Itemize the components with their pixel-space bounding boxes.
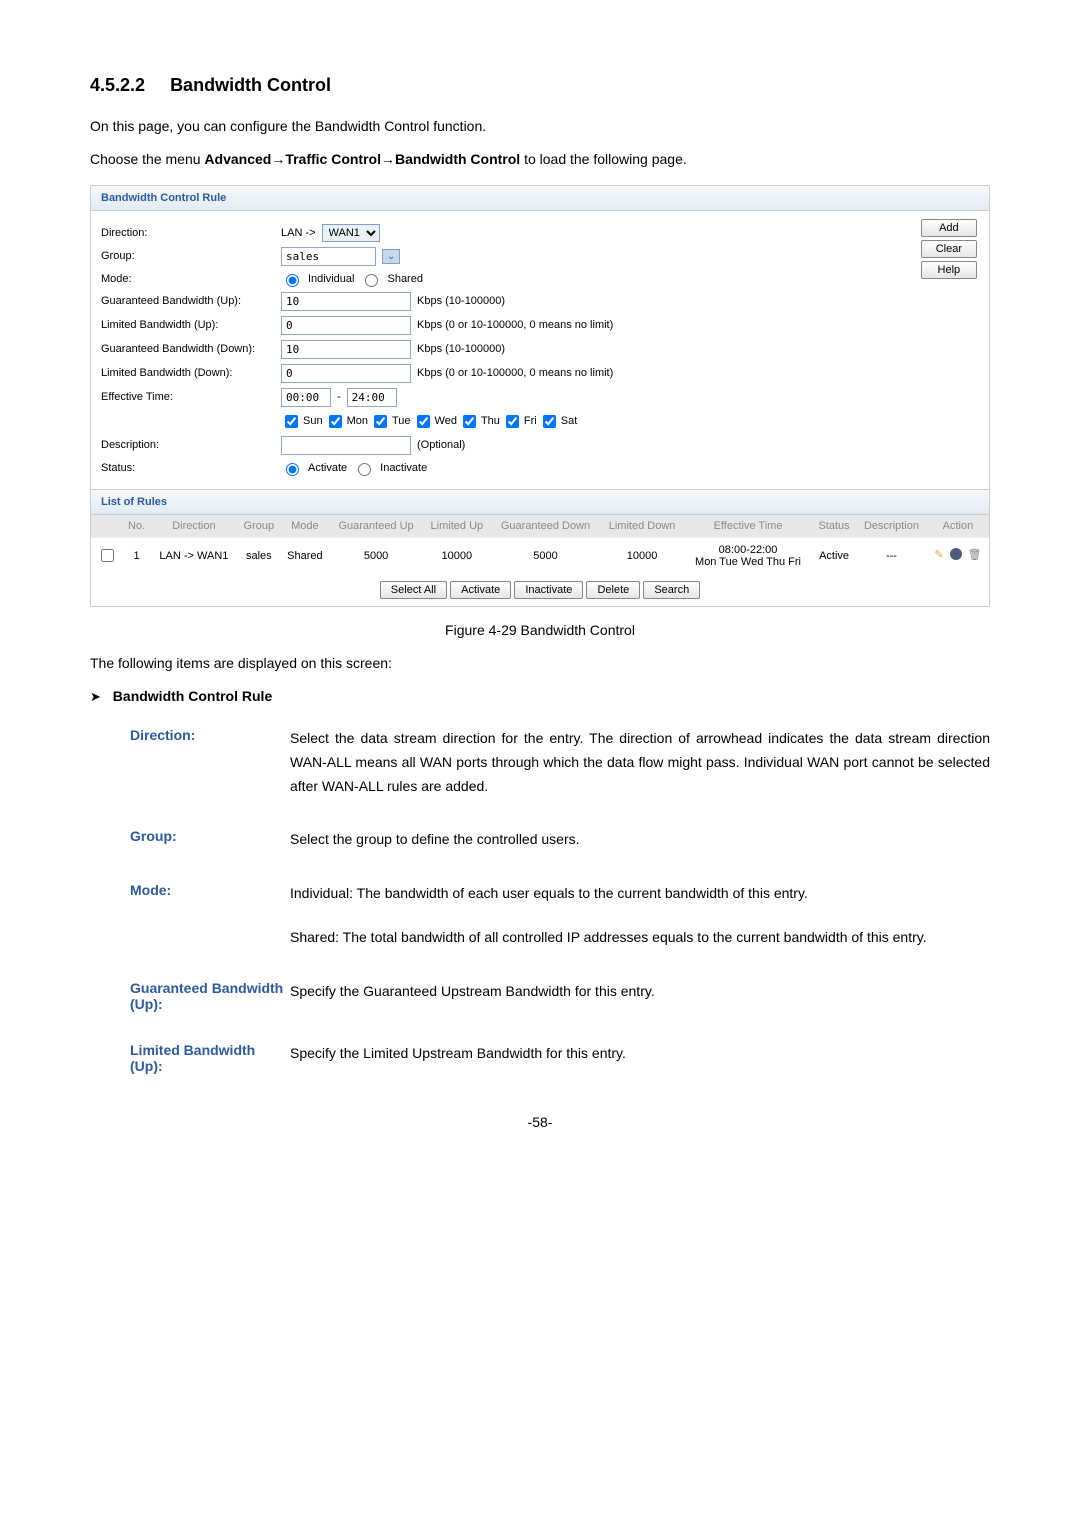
status-activate-radio[interactable] [286, 463, 299, 476]
eff-time-from[interactable] [281, 388, 331, 407]
th-gup: Guaranteed Up [329, 515, 422, 538]
mode-individual-radio[interactable] [286, 274, 299, 287]
l-down-input[interactable] [281, 364, 411, 383]
th-eff: Effective Time [684, 515, 812, 538]
section-heading: 4.5.2.2 Bandwidth Control [90, 75, 990, 96]
term-lup: Limited Bandwidth (Up): [130, 1042, 290, 1074]
th-action: Action [927, 515, 989, 538]
day-mon[interactable] [329, 415, 342, 428]
select-all-button[interactable]: Select All [380, 581, 447, 599]
list-of-rules-header: List of Rules [91, 489, 989, 515]
rules-table: No. Direction Group Mode Guaranteed Up L… [91, 515, 989, 574]
section-title: Bandwidth Control [170, 75, 331, 95]
g-down-label: Guaranteed Bandwidth (Down): [101, 343, 281, 355]
section-number: 4.5.2.2 [90, 75, 145, 95]
days-checkboxes: Sun Mon Tue Wed Thu Fri Sat [281, 412, 577, 431]
direction-label: Direction: [101, 227, 281, 239]
group-label: Group: [101, 250, 281, 262]
term-lup-desc: Specify the Limited Upstream Bandwidth f… [290, 1042, 626, 1074]
desc-label: Description: [101, 439, 281, 451]
day-sat[interactable] [543, 415, 556, 428]
clear-button[interactable]: Clear [921, 240, 977, 258]
th-gdown: Guaranteed Down [491, 515, 600, 538]
term-group: Group: [130, 828, 290, 852]
mode-label: Mode: [101, 273, 281, 285]
row-checkbox[interactable] [101, 549, 114, 562]
panel-header: Bandwidth Control Rule [91, 186, 989, 211]
breadcrumb-text: Choose the menu Advanced→Traffic Control… [90, 149, 990, 170]
th-direction: Direction [151, 515, 237, 538]
day-sun[interactable] [285, 415, 298, 428]
delete-icon[interactable]: 🗑 [968, 548, 982, 563]
following-items-text: The following items are displayed on thi… [90, 653, 990, 674]
group-input[interactable] [281, 247, 376, 266]
chevron-icon: ➤ [90, 689, 101, 704]
delete-button[interactable]: Delete [586, 581, 640, 599]
th-desc: Description [856, 515, 927, 538]
term-direction-desc: Select the data stream direction for the… [290, 727, 990, 798]
day-thu[interactable] [463, 415, 476, 428]
th-mode: Mode [280, 515, 329, 538]
search-button[interactable]: Search [643, 581, 700, 599]
table-row: 1 LAN -> WAN1 sales Shared 5000 10000 50… [91, 537, 989, 574]
day-tue[interactable] [374, 415, 387, 428]
desc-input[interactable] [281, 436, 411, 455]
g-up-input[interactable] [281, 292, 411, 311]
l-up-label: Limited Bandwidth (Up): [101, 319, 281, 331]
add-button[interactable]: Add [921, 219, 977, 237]
term-gup: Guaranteed Bandwidth (Up): [130, 980, 290, 1012]
wan-select[interactable]: WAN1 [322, 224, 380, 242]
dropdown-icon[interactable]: ⌄ [382, 249, 400, 264]
figure-caption: Figure 4-29 Bandwidth Control [90, 622, 990, 638]
bandwidth-control-panel: Bandwidth Control Rule Add Clear Help Di… [90, 185, 990, 607]
th-no: No. [122, 515, 150, 538]
g-up-label: Guaranteed Bandwidth (Up): [101, 295, 281, 307]
th-status: Status [812, 515, 856, 538]
l-up-input[interactable] [281, 316, 411, 335]
term-group-desc: Select the group to define the controlle… [290, 828, 580, 852]
page-number: -58- [90, 1114, 990, 1130]
subsection-title: ➤ Bandwidth Control Rule [90, 686, 990, 707]
day-fri[interactable] [506, 415, 519, 428]
status-inactivate-radio[interactable] [358, 463, 371, 476]
th-lup: Limited Up [423, 515, 491, 538]
term-direction: Direction: [130, 727, 290, 798]
status-label: Status: [101, 462, 281, 474]
edit-icon[interactable]: ✎ [934, 548, 943, 563]
disable-icon[interactable] [950, 548, 962, 563]
intro-text: On this page, you can configure the Band… [90, 116, 990, 137]
g-down-input[interactable] [281, 340, 411, 359]
day-wed[interactable] [417, 415, 430, 428]
term-mode: Mode: [130, 882, 290, 950]
eff-time-label: Effective Time: [101, 391, 281, 403]
th-ldown: Limited Down [600, 515, 684, 538]
mode-shared-radio[interactable] [365, 274, 378, 287]
term-mode-desc: Individual: The bandwidth of each user e… [290, 882, 927, 950]
th-group: Group [237, 515, 280, 538]
eff-time-to[interactable] [347, 388, 397, 407]
l-down-label: Limited Bandwidth (Down): [101, 367, 281, 379]
help-button[interactable]: Help [921, 261, 977, 279]
inactivate-button[interactable]: Inactivate [514, 581, 583, 599]
term-gup-desc: Specify the Guaranteed Upstream Bandwidt… [290, 980, 655, 1012]
activate-button[interactable]: Activate [450, 581, 511, 599]
